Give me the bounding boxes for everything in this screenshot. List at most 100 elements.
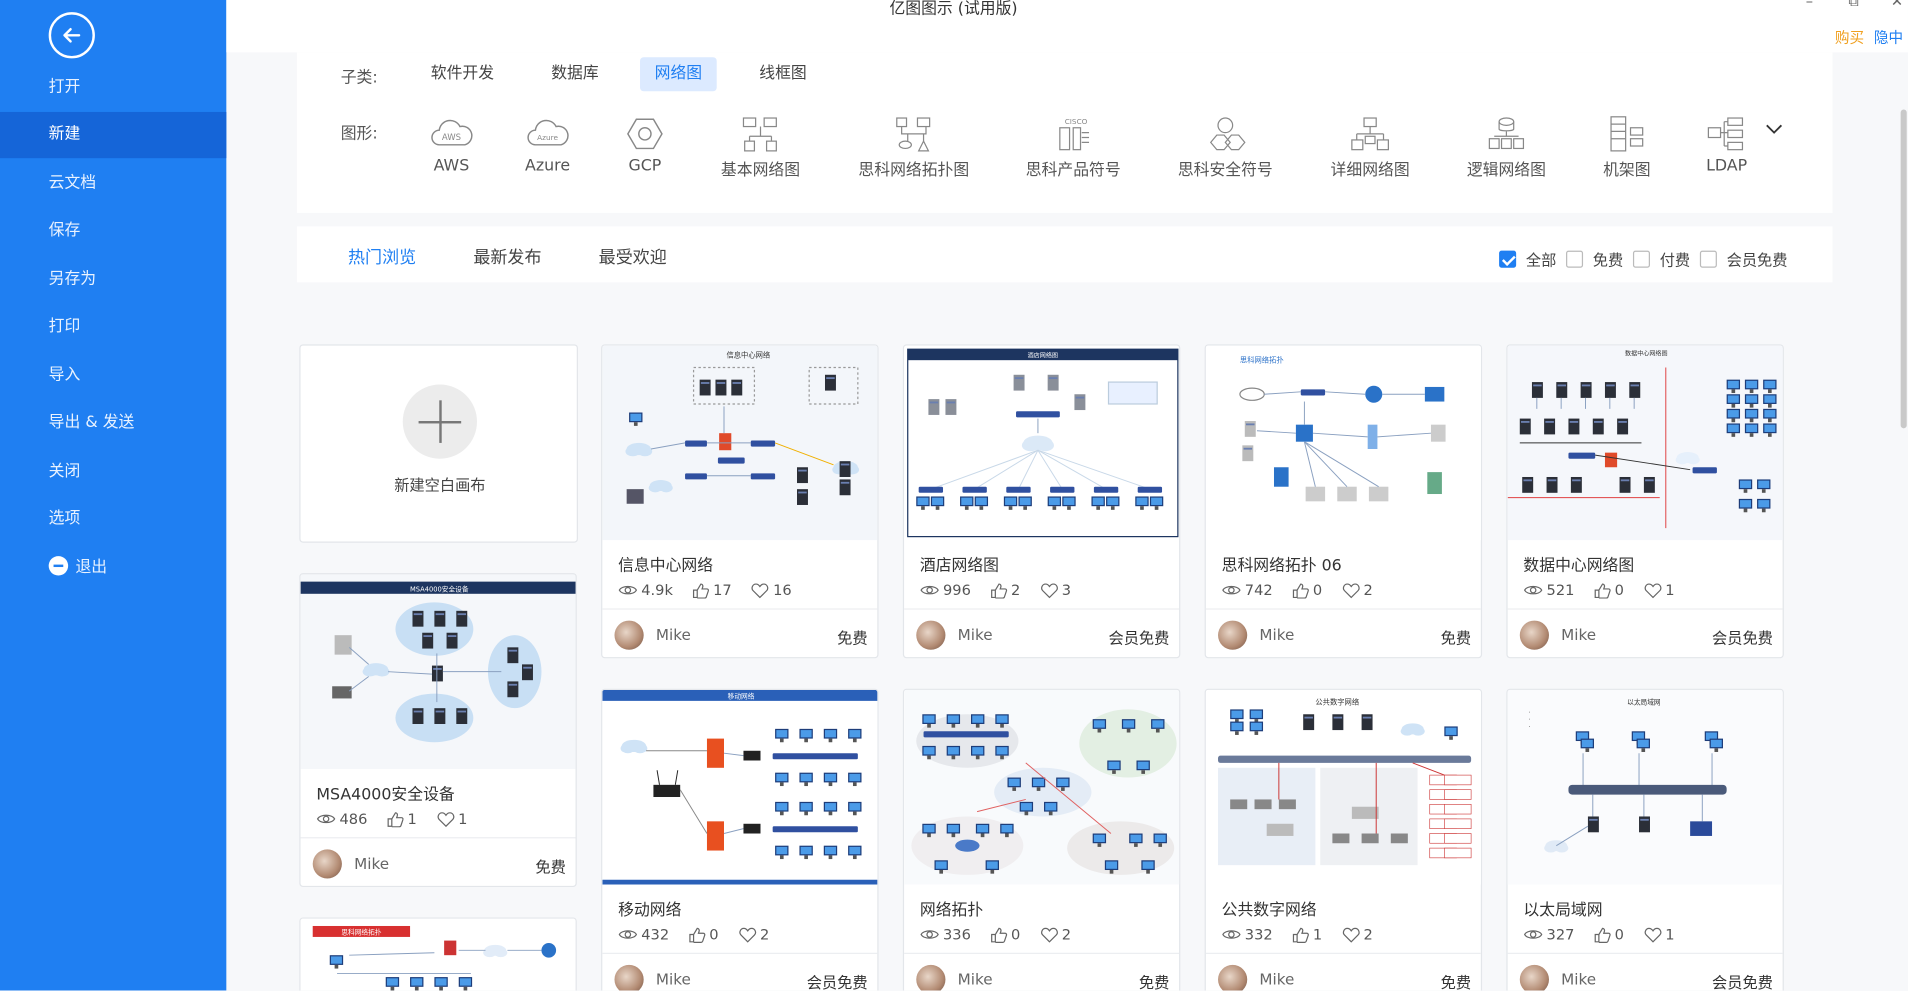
sidebar-item-exit[interactable]: 退出 — [0, 545, 226, 591]
author-name[interactable]: Mike — [1259, 625, 1294, 643]
close-icon[interactable]: ✕ — [1891, 0, 1903, 10]
scrollbar[interactable] — [1900, 109, 1907, 429]
author-name[interactable]: Mike — [958, 970, 993, 988]
favs-stat[interactable]: 2 — [1342, 582, 1373, 599]
likes-stat[interactable]: 1 — [387, 810, 417, 827]
sidebar-item-options[interactable]: 选项 — [0, 496, 226, 542]
author-name[interactable]: Mike — [958, 625, 993, 643]
thumbs-up-icon — [693, 582, 710, 599]
subcat-network[interactable]: 网络图 — [640, 57, 717, 92]
likes-stat[interactable]: 1 — [1292, 926, 1322, 943]
sidebar-item-import[interactable]: 导入 — [0, 353, 226, 399]
sidebar-item-export-send[interactable]: 导出 & 发送 — [0, 400, 226, 446]
template-card[interactable]: 思科网络拓扑 思科网络拓扑 06 742 0 2 Mike 免费 — [1204, 344, 1483, 659]
template-thumbnail[interactable]: 酒店网络图 — [904, 345, 1180, 541]
sidebar-item-save[interactable]: 保存 — [0, 208, 226, 254]
likes-stat[interactable]: 0 — [1594, 926, 1624, 943]
avatar[interactable] — [614, 964, 644, 991]
restore-icon[interactable]: ⧉ — [1848, 0, 1858, 11]
likes-stat[interactable]: 17 — [692, 582, 732, 599]
minimize-icon[interactable]: – — [1806, 0, 1813, 10]
filter-free-checkbox[interactable]: 免费 — [1566, 247, 1623, 270]
template-thumbnail[interactable]: 信息中心网络 — [602, 345, 878, 541]
template-footer: Mike 会员免费 — [1507, 608, 1783, 657]
author-name[interactable]: Mike — [1561, 970, 1596, 988]
shape-rack[interactable]: 机架图 — [1603, 116, 1652, 180]
new-blank-canvas-card[interactable]: 新建空白画布 — [299, 344, 578, 543]
shape-cisco-products[interactable]: CISCO 思科产品符号 — [1023, 116, 1123, 180]
subcat-software-dev[interactable]: 软件开发 — [416, 57, 508, 91]
subcat-database[interactable]: 数据库 — [537, 57, 614, 91]
sidebar-item-close[interactable]: 关闭 — [0, 449, 226, 495]
sidebar-item-save-as[interactable]: 另存为 — [0, 257, 226, 303]
back-button[interactable] — [48, 12, 95, 59]
sidebar-item-open[interactable]: 打开 — [0, 64, 226, 110]
shape-basic-network[interactable]: 基本网络图 — [718, 116, 803, 180]
template-thumbnail[interactable]: MSA4000安全设备 — [300, 574, 576, 770]
template-thumbnail[interactable]: 移动网络 — [602, 689, 878, 885]
favs-stat[interactable]: 3 — [1040, 582, 1071, 599]
thumbs-up-icon — [1292, 927, 1309, 943]
tab-popular[interactable]: 热门浏览 — [348, 245, 416, 269]
favs-stat[interactable]: 2 — [1342, 926, 1373, 943]
filter-member-free-checkbox[interactable]: 会员免费 — [1699, 247, 1787, 270]
avatar[interactable] — [1519, 620, 1549, 650]
favs-stat[interactable]: 2 — [738, 926, 769, 943]
tab-latest[interactable]: 最新发布 — [473, 245, 541, 269]
avatar[interactable] — [614, 620, 644, 650]
favs-stat[interactable]: 1 — [1643, 582, 1675, 599]
author-name[interactable]: Mike — [656, 625, 691, 643]
shape-gcp[interactable]: GCP — [625, 116, 664, 175]
author-name[interactable]: Mike — [656, 970, 691, 988]
filter-paid-checkbox[interactable]: 付费 — [1632, 247, 1690, 270]
template-card[interactable]: 公共数字网络 公共数字网络 332 1 2 Mike 免费 — [1204, 688, 1483, 991]
shape-logical-network[interactable]: 逻辑网络图 — [1465, 116, 1548, 180]
template-thumbnail[interactable] — [904, 689, 1180, 885]
favs-stat[interactable]: 1 — [436, 810, 467, 827]
avatar[interactable] — [916, 964, 946, 991]
likes-stat[interactable]: 0 — [990, 926, 1020, 943]
sidebar-item-new[interactable]: 新建 — [0, 111, 227, 159]
sidebar-item-print[interactable]: 打印 — [0, 304, 226, 350]
favs-stat[interactable]: 16 — [751, 582, 792, 599]
template-card[interactable]: 数据中心网络图 数据中心网络图 521 0 1 Mike 会员免费 — [1506, 344, 1784, 659]
shape-azure[interactable]: Azure Azure — [523, 116, 572, 175]
template-card[interactable]: 移动网络 移动网络 432 0 2 Mike 会员免费 — [601, 688, 879, 991]
likes-stat[interactable]: 2 — [990, 582, 1020, 599]
avatar[interactable] — [1218, 620, 1248, 650]
template-card[interactable]: MSA4000安全设备 MSA4000安全设备 486 1 1 Mike 免费 — [299, 573, 577, 888]
template-card[interactable]: 信息中心网络 信息中心网络 4.9k 17 16 Mike 免费 — [601, 344, 879, 659]
shape-ldap[interactable]: LDAP — [1704, 116, 1750, 175]
avatar[interactable] — [312, 849, 342, 879]
author-name[interactable]: Mike — [1259, 970, 1294, 988]
template-card[interactable]: 以太局域网 · · · 以太局域网 327 0 1 Mike 会员免费 — [1506, 688, 1784, 991]
shape-aws[interactable]: AWS AWS — [428, 116, 474, 175]
subcat-wireframe[interactable]: 线框图 — [745, 57, 822, 91]
sidebar-item-cloud-docs[interactable]: 云文档 — [0, 161, 226, 207]
template-card[interactable]: 酒店网络图 酒店网络图 996 2 3 Mike 会员免费 — [902, 344, 1181, 659]
hide-link[interactable]: 隐中 — [1874, 27, 1903, 48]
tab-most-liked[interactable]: 最受欢迎 — [599, 245, 667, 269]
avatar[interactable] — [1218, 964, 1248, 991]
favs-stat[interactable]: 1 — [1643, 926, 1675, 943]
shape-cisco-topology[interactable]: 思科网络拓扑图 — [854, 116, 973, 180]
likes-stat[interactable]: 0 — [1594, 582, 1624, 599]
shape-detailed-network[interactable]: 详细网络图 — [1329, 116, 1412, 180]
template-card[interactable]: 网络拓扑 336 0 2 Mike 免费 — [902, 688, 1181, 991]
template-thumbnail[interactable]: 公共数字网络 — [1205, 689, 1481, 885]
template-thumbnail[interactable]: 数据中心网络图 — [1507, 345, 1783, 541]
filter-all-checkbox[interactable]: 全部 — [1499, 247, 1556, 270]
template-thumbnail[interactable]: 思科网络拓扑 — [1205, 345, 1481, 541]
shape-cisco-security[interactable]: 思科安全符号 — [1175, 116, 1275, 180]
avatar[interactable] — [916, 620, 946, 650]
favs-stat[interactable]: 2 — [1040, 926, 1071, 943]
likes-stat[interactable]: 0 — [1292, 582, 1322, 599]
chevron-down-icon[interactable] — [1764, 118, 1783, 141]
author-name[interactable]: Mike — [1561, 625, 1596, 643]
avatar[interactable] — [1519, 964, 1549, 991]
likes-stat[interactable]: 0 — [689, 926, 719, 943]
buy-link[interactable]: 购买 — [1835, 27, 1864, 48]
template-card[interactable]: 思科网络拓扑 — [299, 917, 577, 991]
author-name[interactable]: Mike — [354, 854, 389, 872]
template-thumbnail[interactable]: 以太局域网 · · · — [1507, 689, 1783, 885]
